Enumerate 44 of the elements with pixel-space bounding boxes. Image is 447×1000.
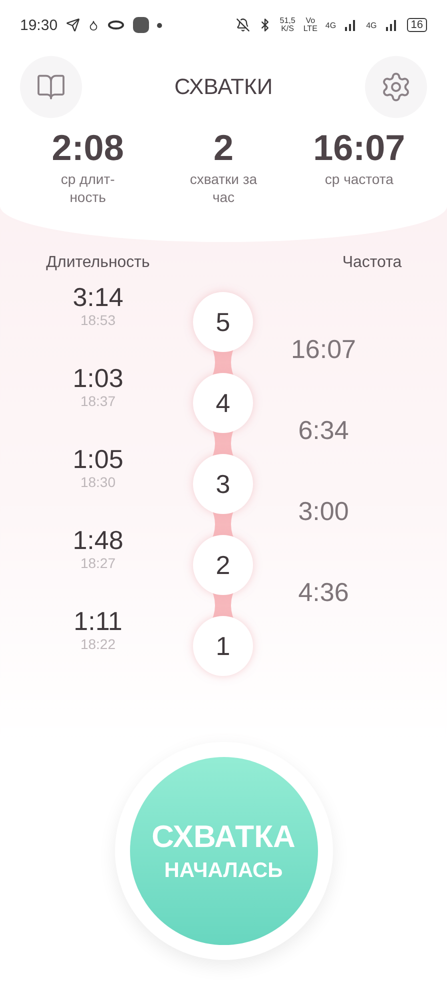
start-time: 18:27 bbox=[80, 555, 116, 571]
contraction-number[interactable]: 3 bbox=[193, 454, 253, 514]
duration-value: 1:11 bbox=[74, 606, 122, 636]
page-title: СХВАТКИ bbox=[174, 74, 273, 100]
drop-icon bbox=[88, 20, 99, 30]
column-header: Длительность bbox=[46, 254, 150, 272]
duration-value: 3:14 bbox=[72, 282, 124, 312]
app-icon bbox=[132, 17, 149, 33]
stat-value: 16:07 bbox=[313, 126, 406, 170]
start-time: 18:37 bbox=[80, 393, 116, 409]
contraction-number[interactable]: 2 bbox=[193, 535, 253, 595]
network-speed: 51,5 bbox=[280, 17, 296, 25]
interval-value: 16:07 bbox=[290, 334, 356, 366]
speed-unit: K/S bbox=[281, 25, 294, 33]
stat-value: 2:08 bbox=[52, 126, 124, 170]
stat-label: схватки за час bbox=[188, 170, 258, 206]
stat-label: ср частота bbox=[324, 170, 394, 188]
interval-value: 4:36 bbox=[298, 577, 349, 609]
column-header: Частота bbox=[342, 254, 402, 272]
duration-value: 1:48 bbox=[72, 525, 124, 555]
book-icon bbox=[36, 72, 66, 102]
stat-value: 2 bbox=[213, 126, 234, 170]
dot-icon bbox=[156, 22, 162, 28]
ring-icon bbox=[106, 20, 125, 30]
stat-label: ср длит-ность bbox=[60, 170, 116, 206]
contraction-number[interactable]: 4 bbox=[193, 373, 253, 433]
network-type: 4G bbox=[325, 20, 336, 30]
start-time: 18:53 bbox=[80, 312, 116, 328]
clock: 19:30 bbox=[20, 16, 58, 34]
paper-plane-icon bbox=[66, 18, 80, 32]
lte-label: LTE bbox=[303, 25, 318, 33]
volte-label: Vo bbox=[306, 17, 316, 25]
contraction-number[interactable]: 5 bbox=[193, 292, 253, 352]
start-time: 18:22 bbox=[80, 636, 116, 652]
network-type: 4G bbox=[366, 20, 377, 30]
duration-value: 1:03 bbox=[72, 363, 124, 393]
interval-value: 3:00 bbox=[298, 496, 349, 528]
interval-value: 6:34 bbox=[298, 415, 349, 447]
start-time: 18:30 bbox=[80, 474, 116, 490]
bell-off-icon bbox=[236, 18, 250, 32]
contraction-number[interactable]: 1 bbox=[193, 616, 253, 676]
battery-level: 16 bbox=[406, 18, 427, 32]
signal-icon bbox=[384, 19, 399, 31]
duration-value: 1:05 bbox=[72, 444, 124, 474]
